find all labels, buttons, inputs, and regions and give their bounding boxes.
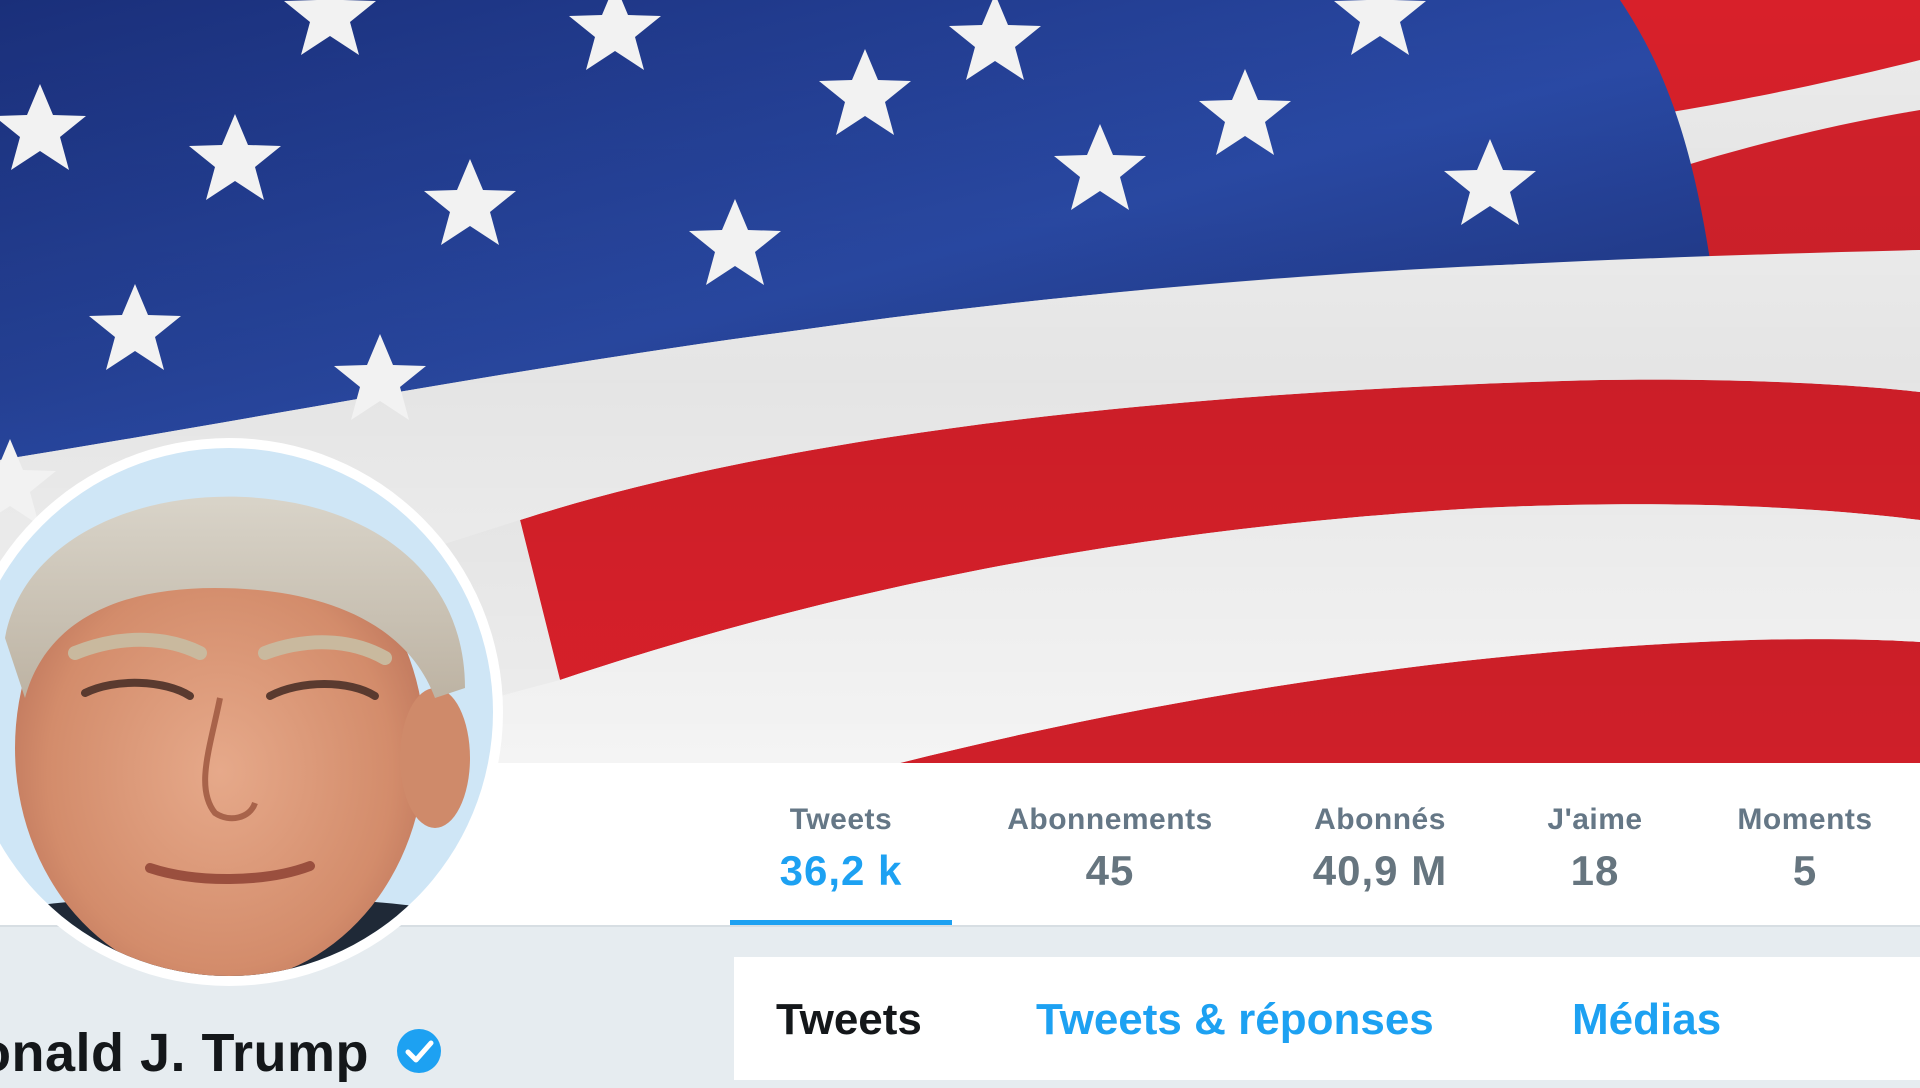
stat-tweets[interactable]: Tweets 36,2 k (730, 763, 952, 925)
stat-abonnes[interactable]: Abonnés 40,9 M (1290, 763, 1470, 925)
tab-tweets[interactable]: Tweets (776, 995, 922, 1045)
stat-value: 40,9 M (1312, 847, 1448, 894)
stat-label: Moments (1737, 803, 1873, 836)
timeline-tabs: Tweets Tweets & réponses Médias (734, 957, 1920, 1081)
stat-label: Abonnements (1007, 803, 1213, 836)
stat-label: Tweets (789, 803, 893, 836)
profile-name: onald J. Trump (0, 1022, 443, 1088)
stat-moments[interactable]: Moments 5 (1720, 763, 1890, 925)
stat-value: 5 (1792, 847, 1818, 894)
profile-name-text: onald J. Trump (0, 1023, 370, 1083)
stat-value: 18 (1570, 847, 1620, 894)
stat-value: 45 (1085, 847, 1135, 894)
avatar[interactable] (0, 438, 503, 986)
profile-photo (0, 448, 493, 976)
stat-abonnements[interactable]: Abonnements 45 (990, 763, 1230, 925)
stat-label: Abonnés (1314, 803, 1446, 836)
verified-badge-icon (395, 1026, 443, 1088)
tab-media[interactable]: Médias (1572, 995, 1721, 1045)
stat-label: J'aime (1547, 803, 1643, 836)
stat-value: 36,2 k (779, 847, 903, 894)
tab-tweets-and-replies[interactable]: Tweets & réponses (1036, 995, 1434, 1045)
stat-jaime[interactable]: J'aime 18 (1530, 763, 1660, 925)
